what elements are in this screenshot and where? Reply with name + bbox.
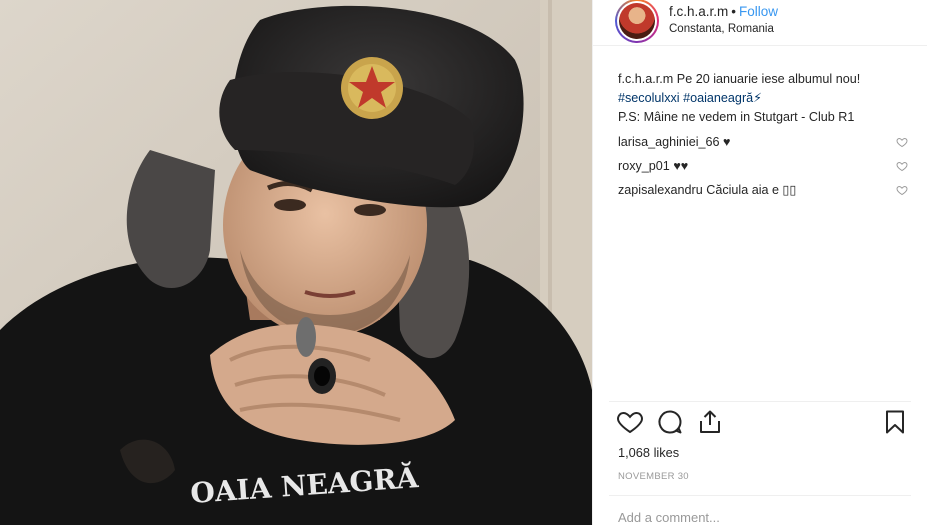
post-caption: f.c.h.a.r.m Pe 20 ianuarie iese albumul … xyxy=(618,70,918,127)
comment-text: ♥♥ xyxy=(673,159,689,173)
post-photo[interactable]: OAIA NEAGRĂ xyxy=(0,0,592,525)
caption-text: Pe 20 ianuarie iese albumul nou! xyxy=(676,72,861,86)
comment-text: Căciula aia e ▯▯ xyxy=(706,183,797,197)
post-side-panel: f.c.h.a.r.m • Follow Constanta, Romania f.… xyxy=(592,0,927,525)
post-header: f.c.h.a.r.m • Follow Constanta, Romania xyxy=(593,0,927,46)
comment-item: roxy_p01 ♥♥ xyxy=(618,154,908,178)
post-photo-illustration: OAIA NEAGRĂ xyxy=(0,0,592,525)
follow-button[interactable]: Follow xyxy=(739,4,778,19)
comment-item: larisa_aghiniei_66 ♥ xyxy=(618,130,908,154)
comments-list: larisa_aghiniei_66 ♥ roxy_p01 ♥♥ zapisal… xyxy=(618,130,908,202)
caption-username[interactable]: f.c.h.a.r.m xyxy=(618,72,673,86)
comment-icon[interactable] xyxy=(656,408,684,436)
comment-username[interactable]: larisa_aghiniei_66 xyxy=(618,135,720,149)
comment-text: ♥ xyxy=(723,135,731,149)
hashtag-link[interactable]: #secolulxxi xyxy=(618,91,680,105)
share-icon[interactable] xyxy=(696,408,724,436)
like-comment-icon[interactable] xyxy=(896,136,908,148)
post-actions xyxy=(593,408,927,440)
divider xyxy=(609,495,911,496)
separator-dot: • xyxy=(731,3,737,19)
avatar[interactable] xyxy=(615,0,659,43)
avatar-image xyxy=(619,2,655,39)
heart-icon[interactable] xyxy=(616,408,644,436)
divider xyxy=(609,401,911,402)
hashtag-link[interactable]: #oaianeagră⚡ xyxy=(683,91,762,105)
caption-ps: P.S: Mâine ne vedem in Stutgart - Club R… xyxy=(618,110,855,124)
location-link[interactable]: Constanta, Romania xyxy=(669,21,778,37)
like-comment-icon[interactable] xyxy=(896,184,908,196)
comment-username[interactable]: roxy_p01 xyxy=(618,159,670,173)
like-comment-icon[interactable] xyxy=(896,160,908,172)
add-comment-input[interactable]: Add a comment... xyxy=(618,510,720,525)
header-text: f.c.h.a.r.m • Follow Constanta, Romania xyxy=(669,3,778,37)
likes-count[interactable]: 1,068 likes xyxy=(618,445,679,460)
username-link[interactable]: f.c.h.a.r.m xyxy=(669,4,728,19)
comment-username[interactable]: zapisalexandru xyxy=(618,183,703,197)
comment-item: zapisalexandru Căciula aia e ▯▯ xyxy=(618,178,908,202)
bookmark-icon[interactable] xyxy=(881,408,909,436)
post-date[interactable]: NOVEMBER 30 xyxy=(618,471,689,482)
